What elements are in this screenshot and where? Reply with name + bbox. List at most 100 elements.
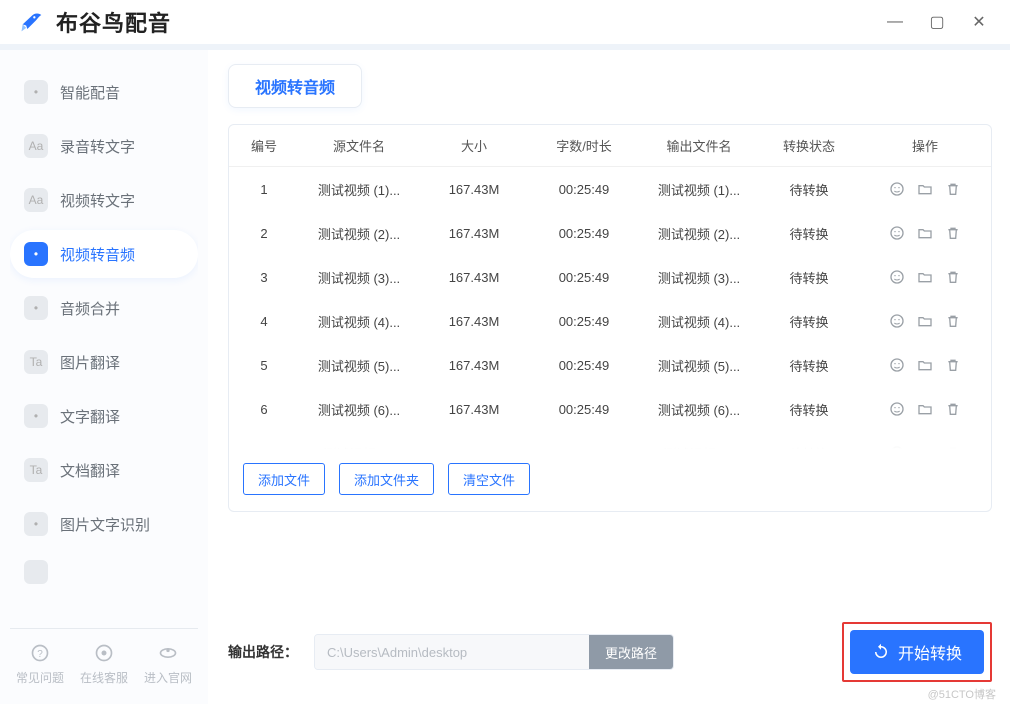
cell-size: 167.43M [419, 226, 529, 241]
table-row[interactable]: 3 测试视频 (3)... 167.43M 00:25:49 测试视频 (3).… [229, 255, 991, 299]
sidebar-item-label: 图片文字识别 [60, 514, 150, 535]
folder-icon[interactable] [916, 444, 934, 449]
cell-ops [859, 400, 991, 418]
table-row[interactable]: 5 测试视频 (5)... 167.43M 00:25:49 测试视频 (5).… [229, 343, 991, 387]
Aa-icon: Aa [24, 134, 48, 158]
bubble-icon: • [24, 80, 48, 104]
folder-icon[interactable] [916, 400, 934, 418]
preview-icon[interactable] [888, 444, 906, 449]
clear-button[interactable]: 清空文件 [448, 463, 530, 495]
preview-icon[interactable] [888, 268, 906, 286]
folder-icon[interactable] [916, 312, 934, 330]
folder-icon[interactable] [916, 268, 934, 286]
cell-status: 待转换 [759, 356, 859, 375]
cell-duration: 00:25:49 [529, 402, 639, 417]
folder-icon[interactable] [916, 356, 934, 374]
table-header: 编号 源文件名 大小 字数/时长 输出文件名 转换状态 操作 [229, 125, 991, 167]
trash-icon[interactable] [944, 268, 962, 286]
close-button[interactable]: ✕ [972, 15, 986, 29]
trash-icon[interactable] [944, 180, 962, 198]
trash-icon[interactable] [944, 400, 962, 418]
cell-duration: 00:25:49 [529, 314, 639, 329]
cell-status: 待转换 [759, 180, 859, 199]
folder-icon[interactable] [916, 224, 934, 242]
change-path-button[interactable]: 更改路径 [589, 635, 673, 669]
header-duration: 字数/时长 [529, 136, 639, 155]
trash-icon[interactable] [944, 356, 962, 374]
footer-link-label: 常见问题 [16, 669, 64, 686]
sidebar-item-label: 视频转音频 [60, 244, 135, 265]
cell-duration: 00:25:49 [529, 226, 639, 241]
cell-source: 测试视频 (7) [299, 444, 419, 450]
cell-status: 待转换 [759, 224, 859, 243]
header-status: 转换状态 [759, 136, 859, 155]
output-path-label: 输出路径： [228, 642, 298, 662]
table-row[interactable]: 7 测试视频 (7) 167.43M 00:25:49 测试视频 (7) 待转换 [229, 431, 991, 449]
add-folder-button[interactable]: 添加文件夹 [339, 463, 434, 495]
sidebar-item-8[interactable]: • 图片文字识别 [10, 500, 198, 548]
cell-output: 测试视频 (7) [639, 444, 759, 450]
merge-icon: • [24, 296, 48, 320]
preview-icon[interactable] [888, 400, 906, 418]
footer-link-label: 在线客服 [80, 669, 128, 686]
output-path-input[interactable]: C:\Users\Admin\desktop [315, 635, 589, 669]
cell-index: 3 [229, 270, 299, 285]
sidebar-item-2[interactable]: Aa 视频转文字 [10, 176, 198, 224]
footer-link-support[interactable]: 在线客服 [80, 643, 128, 686]
footer-link-site[interactable]: 进入官网 [144, 643, 192, 686]
cell-index: 7 [229, 446, 299, 450]
cell-duration: 00:25:49 [529, 358, 639, 373]
trash-icon[interactable] [944, 444, 962, 449]
table-row[interactable]: 6 测试视频 (6)... 167.43M 00:25:49 测试视频 (6).… [229, 387, 991, 431]
cell-index: 6 [229, 402, 299, 417]
wave-icon: • [24, 242, 48, 266]
trash-icon[interactable] [944, 224, 962, 242]
active-tab[interactable]: 视频转音频 [228, 64, 362, 108]
cell-size: 167.43M [419, 402, 529, 417]
maximize-button[interactable]: ▢ [930, 15, 944, 29]
sidebar-item-4[interactable]: • 音频合并 [10, 284, 198, 332]
sidebar-item-5[interactable]: Ta 图片翻译 [10, 338, 198, 386]
sidebar-item-1[interactable]: Aa 录音转文字 [10, 122, 198, 170]
cell-duration: 00:25:49 [529, 270, 639, 285]
cell-output: 测试视频 (3)... [639, 268, 759, 287]
trash-icon[interactable] [944, 312, 962, 330]
cell-ops [859, 224, 991, 242]
support-icon [94, 643, 114, 663]
cell-index: 4 [229, 314, 299, 329]
cell-size: 167.43M [419, 314, 529, 329]
minimize-button[interactable]: — [888, 15, 902, 29]
table-row[interactable]: 4 测试视频 (4)... 167.43M 00:25:49 测试视频 (4).… [229, 299, 991, 343]
preview-icon[interactable] [888, 224, 906, 242]
preview-icon[interactable] [888, 180, 906, 198]
table-row[interactable]: 2 测试视频 (2)... 167.43M 00:25:49 测试视频 (2).… [229, 211, 991, 255]
cell-ops [859, 268, 991, 286]
sidebar-item-0[interactable]: • 智能配音 [10, 68, 198, 116]
preview-icon[interactable] [888, 312, 906, 330]
table-row[interactable]: 1 测试视频 (1)... 167.43M 00:25:49 测试视频 (1).… [229, 167, 991, 211]
cell-ops [859, 312, 991, 330]
preview-icon[interactable] [888, 356, 906, 374]
ocr-icon: • [24, 512, 48, 536]
sidebar-item-more [10, 548, 198, 596]
cell-source: 测试视频 (6)... [299, 400, 419, 419]
sidebar-item-7[interactable]: Ta 文档翻译 [10, 446, 198, 494]
highlight-frame: 开始转换 [842, 622, 992, 682]
Aa-icon: Aa [24, 188, 48, 212]
cell-output: 测试视频 (5)... [639, 356, 759, 375]
sidebar-item-label: 文字翻译 [60, 406, 120, 427]
site-icon [158, 643, 178, 663]
folder-icon[interactable] [916, 180, 934, 198]
brand-name: 布谷鸟配音 [56, 6, 171, 38]
trans-icon: • [24, 404, 48, 428]
add-file-button[interactable]: 添加文件 [243, 463, 325, 495]
cell-source: 测试视频 (4)... [299, 312, 419, 331]
footer-link-help[interactable]: ?常见问题 [16, 643, 64, 686]
start-convert-button[interactable]: 开始转换 [850, 630, 984, 674]
cell-status: 待转换 [759, 444, 859, 450]
start-convert-label: 开始转换 [898, 640, 962, 664]
sidebar-item-6[interactable]: • 文字翻译 [10, 392, 198, 440]
refresh-icon [872, 643, 890, 661]
header-ops: 操作 [859, 136, 991, 155]
sidebar-item-3[interactable]: • 视频转音频 [10, 230, 198, 278]
